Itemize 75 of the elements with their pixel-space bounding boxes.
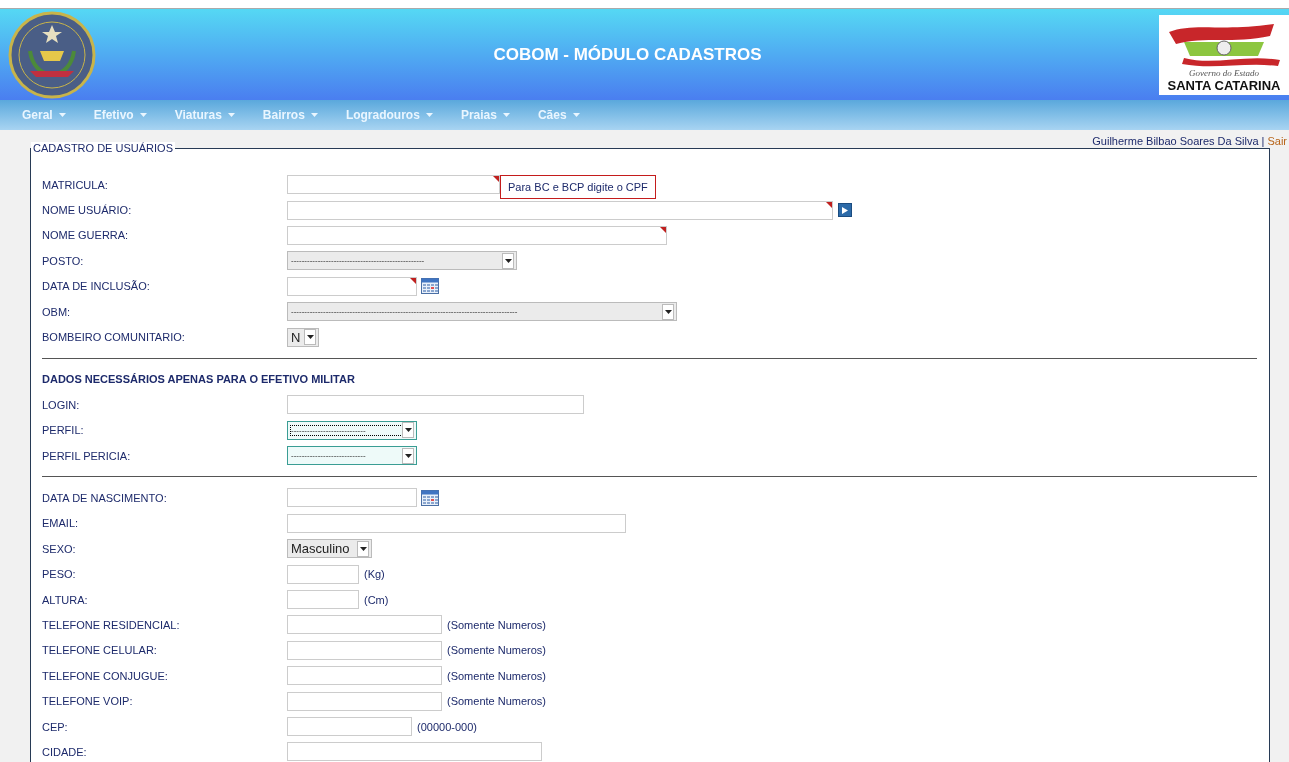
input-field[interactable]: [287, 276, 417, 296]
caret-icon: [502, 113, 510, 117]
field-label: OBM:: [42, 305, 72, 318]
separator: |: [1261, 135, 1265, 149]
field-hint: (Kg): [364, 568, 385, 581]
field-label: SEXO:: [42, 542, 77, 555]
input-field[interactable]: [287, 488, 417, 508]
input-field[interactable]: [287, 666, 442, 686]
select-field[interactable]: N: [287, 327, 319, 347]
input-field[interactable]: [287, 200, 833, 220]
select-field[interactable]: --------------------------------------------------: [287, 251, 517, 271]
go-button[interactable]: [838, 203, 852, 218]
calendar-icon[interactable]: [421, 490, 439, 506]
input-field[interactable]: [287, 691, 442, 711]
logo-title: SANTA CATARINA: [1167, 77, 1281, 93]
caret-icon: [58, 113, 66, 117]
field-label: NOME USUÁRIO:: [42, 204, 133, 217]
field-hint: (00000-000): [417, 720, 477, 733]
field-label: PESO:: [42, 568, 77, 581]
field-label: PERFIL PERICIA:: [42, 449, 132, 462]
field-label: MATRICULA:: [42, 178, 109, 191]
caret-icon: [310, 113, 318, 117]
field-label: DATA DE INCLUSÃO:: [42, 280, 151, 293]
caret-icon: [664, 309, 672, 314]
caret-icon: [404, 453, 412, 458]
select-field[interactable]: Masculino: [287, 539, 372, 559]
field-label: TELEFONE RESIDENCIAL:: [42, 618, 181, 631]
field-label: NOME GUERRA:: [42, 229, 130, 242]
input-field[interactable]: [287, 395, 584, 415]
field-label: LOGIN:: [42, 398, 81, 411]
field-label: PERFIL:: [42, 424, 85, 437]
field-label: ALTURA:: [42, 593, 89, 606]
field-label: DATA DE NASCIMENTO:: [42, 492, 168, 504]
calendar-icon[interactable]: [421, 278, 439, 295]
caret-icon: [139, 113, 147, 117]
select-field[interactable]: ----------------------------: [287, 420, 417, 440]
field-hint: (Somente Numeros): [447, 618, 547, 631]
input-field[interactable]: [287, 513, 626, 533]
logo-subtitle: Governo do Estado: [1189, 67, 1259, 78]
user-name: Guilherme Bilbao Soares Da Silva: [1092, 135, 1259, 149]
caret-icon: [572, 113, 580, 117]
play-icon: [842, 206, 848, 214]
field-label: CIDADE:: [42, 745, 88, 758]
logout-link[interactable]: Sair: [1267, 135, 1287, 150]
caret-icon: [227, 113, 235, 117]
field-hint: (Somente Numeros): [447, 644, 547, 657]
field-label: BOMBEIRO COMUNITARIO:: [42, 331, 186, 344]
input-field[interactable]: [287, 742, 542, 762]
page-title: COBOM - MÓDULO CADASTROS: [493, 44, 762, 65]
hint-tooltip: Para BC e BCP digite o CPF: [500, 175, 656, 200]
caret-icon: [425, 113, 433, 117]
caret-icon: [404, 428, 412, 433]
section-heading: DADOS NECESSÁRIOS APENAS PARA O EFETIVO MILITAR: [42, 373, 355, 386]
form-legend: CADASTRO DE USUÁRIOS: [31, 142, 175, 154]
input-field[interactable]: [287, 717, 412, 736]
field-label: POSTO:: [42, 254, 85, 267]
input-field[interactable]: [287, 564, 359, 584]
field-hint: (Cm): [364, 593, 389, 606]
select-field[interactable]: -------------------------------------------------------------------------------------: [287, 302, 677, 322]
input-field[interactable]: [287, 590, 359, 610]
field-label: TELEFONE CONJUGUE:: [42, 669, 169, 682]
input-field[interactable]: [287, 615, 442, 635]
input-field[interactable]: [287, 175, 500, 195]
field-hint: (Somente Numeros): [447, 695, 547, 708]
input-field[interactable]: [287, 640, 442, 660]
caret-icon: [504, 258, 512, 263]
field-label: CEP:: [42, 720, 69, 733]
caret-icon: [306, 335, 314, 340]
field-label: EMAIL:: [42, 517, 80, 530]
field-label: TELEFONE CELULAR:: [42, 644, 158, 657]
select-field[interactable]: ----------------------------: [287, 446, 417, 466]
input-field[interactable]: [287, 225, 667, 245]
caret-icon: [359, 546, 367, 551]
field-hint: (Somente Numeros): [447, 669, 547, 682]
field-label: TELEFONE VOIP:: [42, 695, 134, 708]
